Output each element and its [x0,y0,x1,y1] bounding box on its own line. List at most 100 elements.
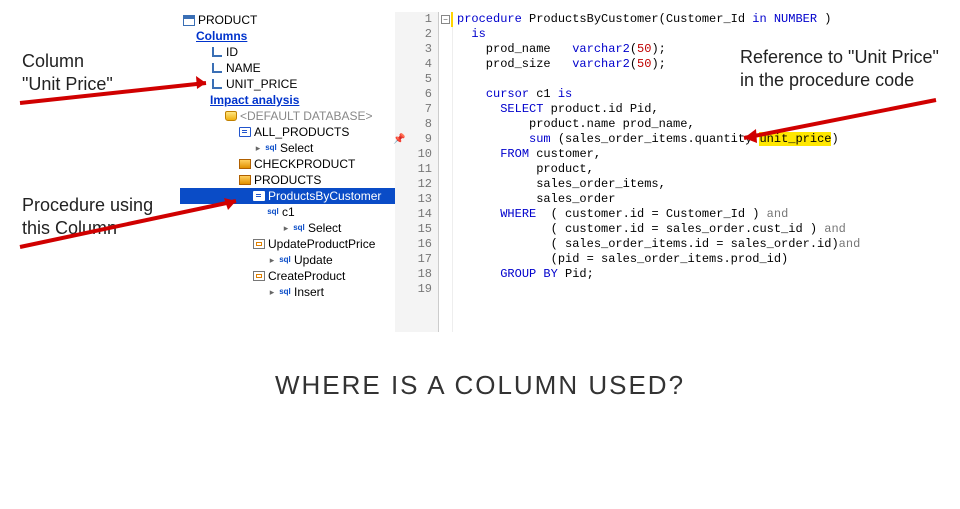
fold-row [439,42,452,57]
code-line[interactable] [457,282,940,297]
line-number-gutter: 123456789📌10111213141516171819 [395,12,439,332]
code-line[interactable]: sum (sales_order_items.quantity*unit_pri… [457,132,940,147]
fold-row [439,162,452,177]
expand-icon[interactable]: ▸ [252,140,264,156]
tree-column-name[interactable]: NAME [180,60,395,76]
sql-icon: sql [278,285,292,299]
tree-proc-createproduct[interactable]: CreateProduct [180,268,395,284]
callout-text: "Unit Price" [22,73,113,96]
tree-sql-select[interactable]: ▸ sql Select [180,140,395,156]
callout-reference: Reference to "Unit Price" in the procedu… [740,46,950,91]
tree-label: ID [226,44,238,60]
tree-column-unitprice[interactable]: UNIT_PRICE [180,76,395,92]
fold-strip: − [439,12,453,332]
line-number: 1 [395,12,432,27]
tree-label: UpdateProductPrice [268,236,375,252]
code-line[interactable]: procedure ProductsByCustomer(Customer_Id… [457,12,940,27]
callout-text: in the procedure code [740,69,950,92]
column-icon [210,61,224,75]
sql-icon: sql [292,221,306,235]
procedure-icon [252,269,266,283]
tree-cursor-c1[interactable]: sql c1 [180,204,395,220]
tree-proc-productsbycustomer[interactable]: ProductsByCustomer [180,188,395,204]
tree-label: Impact analysis [210,92,299,108]
line-number: 2 [395,27,432,42]
sql-icon: sql [264,141,278,155]
code-line[interactable]: (pid = sales_order_items.prod_id) [457,252,940,267]
code-line[interactable]: ( customer.id = sales_order.cust_id ) an… [457,222,940,237]
column-icon [210,77,224,91]
tree-view-allproducts[interactable]: ALL_PRODUCTS [180,124,395,140]
tree-columns-header[interactable]: Columns [180,28,395,44]
line-number: 3 [395,42,432,57]
code-line[interactable]: FROM customer, [457,147,940,162]
tree-label: UNIT_PRICE [226,76,297,92]
expand-icon[interactable]: ▸ [280,220,292,236]
tree-pkg-checkproduct[interactable]: CHECKPRODUCT [180,156,395,172]
fold-row [439,282,452,297]
code-line[interactable]: is [457,27,940,42]
tree-sql-insert[interactable]: ▸ sql Insert [180,284,395,300]
code-line[interactable]: sales_order [457,192,940,207]
code-line[interactable]: GROUP BY Pid; [457,267,940,282]
code-line[interactable]: SELECT product.id Pid, [457,102,940,117]
tree-label: CHECKPRODUCT [254,156,355,172]
tree-label: Insert [294,284,324,300]
tree-sql-update[interactable]: ▸ sql Update [180,252,395,268]
column-icon [210,45,224,59]
line-number: 14 [395,207,432,222]
fold-row [439,27,452,42]
fold-row [439,132,452,147]
line-number: 18 [395,267,432,282]
fold-row [439,207,452,222]
tree-label: PRODUCTS [254,172,321,188]
database-icon [224,109,238,123]
code-line[interactable]: product.name prod_name, [457,117,940,132]
tree-label: ProductsByCustomer [268,188,381,204]
fold-row [439,87,452,102]
line-number: 15 [395,222,432,237]
fold-row [439,177,452,192]
package-icon [238,173,252,187]
line-number: 7 [395,102,432,117]
object-tree[interactable]: PRODUCT Columns ID NAME UNIT_PRICE Impac… [180,12,395,332]
fold-row [439,192,452,207]
tree-default-db[interactable]: <DEFAULT DATABASE> [180,108,395,124]
tree-node-table[interactable]: PRODUCT [180,12,395,28]
bookmark-icon: 📌 [393,133,405,148]
tree-sql-select2[interactable]: ▸ sql Select [180,220,395,236]
table-icon [182,13,196,27]
fold-toggle[interactable]: − [441,15,450,24]
line-number: 16 [395,237,432,252]
expand-icon[interactable]: ▸ [266,284,278,300]
expand-icon[interactable]: ▸ [266,252,278,268]
tree-impact-header[interactable]: Impact analysis [180,92,395,108]
tree-label: c1 [282,204,295,220]
code-line[interactable]: WHERE ( customer.id = Customer_Id ) and [457,207,940,222]
line-number: 8 [395,117,432,132]
callout-text: this Column [22,217,153,240]
view-icon [238,125,252,139]
procedure-icon [252,189,266,203]
line-number: 6 [395,87,432,102]
line-number: 10 [395,147,432,162]
fold-row [439,102,452,117]
tree-label: <DEFAULT DATABASE> [240,108,373,124]
tree-proc-updateprice[interactable]: UpdateProductPrice [180,236,395,252]
procedure-icon [252,237,266,251]
tree-column-id[interactable]: ID [180,44,395,60]
fold-row: − [439,12,452,27]
code-line[interactable]: sales_order_items, [457,177,940,192]
fold-row [439,147,452,162]
line-number: 13 [395,192,432,207]
fold-row [439,222,452,237]
fold-row [439,237,452,252]
slide-caption: WHERE IS A COLUMN USED? [0,370,960,401]
line-number: 19 [395,282,432,297]
tree-label: PRODUCT [198,12,257,28]
line-number: 5 [395,72,432,87]
code-line[interactable]: product, [457,162,940,177]
code-line[interactable]: ( sales_order_items.id = sales_order.id)… [457,237,940,252]
sql-icon: sql [278,253,292,267]
tree-pkg-products[interactable]: PRODUCTS [180,172,395,188]
